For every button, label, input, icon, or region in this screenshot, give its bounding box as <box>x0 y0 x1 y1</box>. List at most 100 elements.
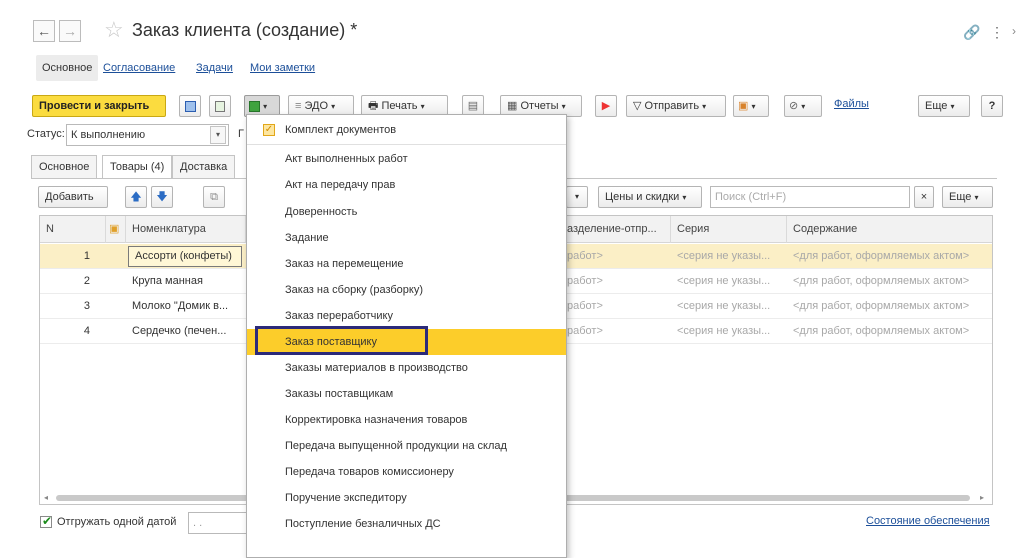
header-nomenclature[interactable]: Номенклатура <box>126 216 246 243</box>
post-and-close-button[interactable]: Провести и закрыть <box>32 95 166 117</box>
series-cell[interactable]: <серия не указы... <box>671 269 787 294</box>
dropdown-button[interactable]: ▾ <box>566 186 588 208</box>
nomenclature-cell[interactable]: Молоко "Домик в... <box>126 294 244 319</box>
save-icon <box>184 100 196 112</box>
header-series[interactable]: Серия <box>671 216 787 243</box>
arrow-down-icon: 🡇 <box>156 191 168 203</box>
series-cell[interactable]: <серия не указы... <box>671 244 787 269</box>
page-title: Заказ клиента (создание) * <box>132 20 358 40</box>
menu-divider <box>247 144 566 145</box>
ship-one-date-checkbox[interactable]: ✔ <box>40 514 53 528</box>
forward-button[interactable]: → <box>59 20 81 42</box>
list-icon: ▤ <box>467 100 479 112</box>
ship-date-input[interactable]: . . <box>188 512 248 534</box>
checkbox-checked-icon: ✓ <box>263 124 275 136</box>
edo-icon: ≡ <box>295 100 302 112</box>
add-button[interactable]: Добавить <box>38 186 108 208</box>
link-icon[interactable]: 🔗 <box>963 24 980 41</box>
send-icon: ▽ <box>633 100 642 112</box>
tab-tasks[interactable]: Задачи <box>190 55 239 81</box>
menu-item[interactable]: Акт на передачу прав <box>247 172 566 198</box>
report-icon: ▦ <box>507 100 518 112</box>
favorite-star-icon[interactable]: ☆ <box>104 17 124 43</box>
paperclip-icon: ⊘ <box>789 100 799 112</box>
move-up-button[interactable]: 🡅 <box>125 186 147 208</box>
content-cell[interactable]: <для работ, оформляемых актом> <box>787 294 994 319</box>
help-button[interactable]: ? <box>981 95 1003 117</box>
scroll-right-icon[interactable]: ▸ <box>980 493 984 502</box>
menu-item[interactable]: Передача выпущенной продукции на склад <box>247 433 566 459</box>
content-cell[interactable]: <для работ, оформляемых актом> <box>787 319 994 344</box>
tab-notes[interactable]: Мои заметки <box>244 55 321 81</box>
chevron-down-icon[interactable]: ▾ <box>210 126 226 144</box>
post-document-icon <box>215 100 225 112</box>
tab-main[interactable]: Основное <box>36 55 99 81</box>
scroll-left-icon[interactable]: ◂ <box>44 493 48 502</box>
status-select[interactable]: К выполнению ▾ <box>66 124 229 146</box>
nomenclature-cell[interactable]: Крупа манная <box>126 269 244 294</box>
menu-item[interactable]: Корректировка назначения товаров <box>247 407 566 433</box>
nomenclature-cell[interactable]: Ассорти (конфеты) <box>128 246 242 267</box>
files-link[interactable]: Файлы <box>834 98 869 110</box>
clear-search-button[interactable]: × <box>914 186 934 208</box>
attachments-button[interactable]: ▣ ▾ <box>733 95 769 117</box>
post-button[interactable] <box>209 95 231 117</box>
status-value: К выполнению <box>71 129 146 141</box>
paperclip-button[interactable]: ⊘ ▾ <box>784 95 822 117</box>
inner-tab-goods[interactable]: Товары (4) <box>102 155 173 179</box>
menu-item[interactable]: Заказы материалов в производство <box>247 355 566 381</box>
menu-item[interactable]: Задание <box>247 225 566 251</box>
document-icon: ▣ <box>109 223 120 235</box>
inner-tab-delivery[interactable]: Доставка <box>172 155 236 179</box>
menu-item-document-set[interactable]: ✓ Комплект документов <box>247 117 566 143</box>
more-vertical-icon[interactable]: ⋮ <box>990 24 1004 41</box>
division-cell[interactable]: работ> <box>561 319 671 344</box>
row-number: 3 <box>83 300 90 312</box>
copy-icon: ⧉ <box>210 191 218 203</box>
menu-item[interactable]: Заказы поставщикам <box>247 381 566 407</box>
menu-item[interactable]: Поручение экспедитору <box>247 485 566 511</box>
division-cell[interactable]: работ> <box>561 244 671 269</box>
printer-icon: 🖶 <box>368 100 379 112</box>
division-cell[interactable]: работ> <box>561 294 671 319</box>
ship-one-date-label: Отгружать одной датой <box>57 516 177 528</box>
supply-status-link[interactable]: Состояние обеспечения <box>866 515 990 527</box>
more-button[interactable]: Еще ▾ <box>918 95 970 117</box>
menu-item[interactable]: Заказ на перемещение <box>247 251 566 277</box>
flag-button[interactable]: ▶ <box>595 95 617 117</box>
chevron-right-icon[interactable]: › <box>1012 24 1016 38</box>
menu-item[interactable]: Передача товаров комиссионеру <box>247 459 566 485</box>
arrow-up-icon: 🡅 <box>130 191 142 203</box>
tab-approval[interactable]: Согласование <box>97 55 181 81</box>
content-cell[interactable]: <для работ, оформляемых актом> <box>787 244 994 269</box>
move-down-button[interactable]: 🡇 <box>151 186 173 208</box>
back-button[interactable]: ← <box>33 20 55 42</box>
header-icon-col: ▣ <box>106 216 126 243</box>
series-cell[interactable]: <серия не указы... <box>671 294 787 319</box>
menu-item[interactable]: Поступление безналичных ДС <box>247 511 566 537</box>
row-number: 1 <box>83 250 90 262</box>
header-division[interactable]: азделение-отпр... <box>561 216 671 243</box>
menu-item[interactable]: Заказ на сборку (разборку) <box>247 277 566 303</box>
copy-button[interactable]: ⧉ <box>203 186 225 208</box>
save-button[interactable] <box>179 95 201 117</box>
create-based-on-icon <box>249 100 260 112</box>
search-input[interactable]: Поиск (Ctrl+F) <box>710 186 910 208</box>
division-cell[interactable]: работ> <box>561 269 671 294</box>
checkmark-icon: ✔ <box>42 514 53 528</box>
menu-item[interactable]: Акт выполненных работ <box>247 146 566 172</box>
header-content[interactable]: Содержание <box>787 216 994 243</box>
header-n[interactable]: N <box>40 216 106 243</box>
prices-discounts-button[interactable]: Цены и скидки ▾ <box>598 186 702 208</box>
inner-tab-main[interactable]: Основное <box>31 155 98 179</box>
content-cell[interactable]: <для работ, оформляемых актом> <box>787 269 994 294</box>
series-cell[interactable]: <серия не указы... <box>671 319 787 344</box>
table-more-button[interactable]: Еще ▾ <box>942 186 993 208</box>
nomenclature-cell[interactable]: Сердечко (печен... <box>126 319 244 344</box>
cut-label: Г <box>238 128 244 140</box>
send-button[interactable]: ▽ Отправить ▾ <box>626 95 726 117</box>
arrow-right-icon: → <box>63 23 77 39</box>
arrow-left-icon: ← <box>37 23 51 39</box>
status-label: Статус: <box>27 128 65 140</box>
menu-item[interactable]: Доверенность <box>247 199 566 225</box>
